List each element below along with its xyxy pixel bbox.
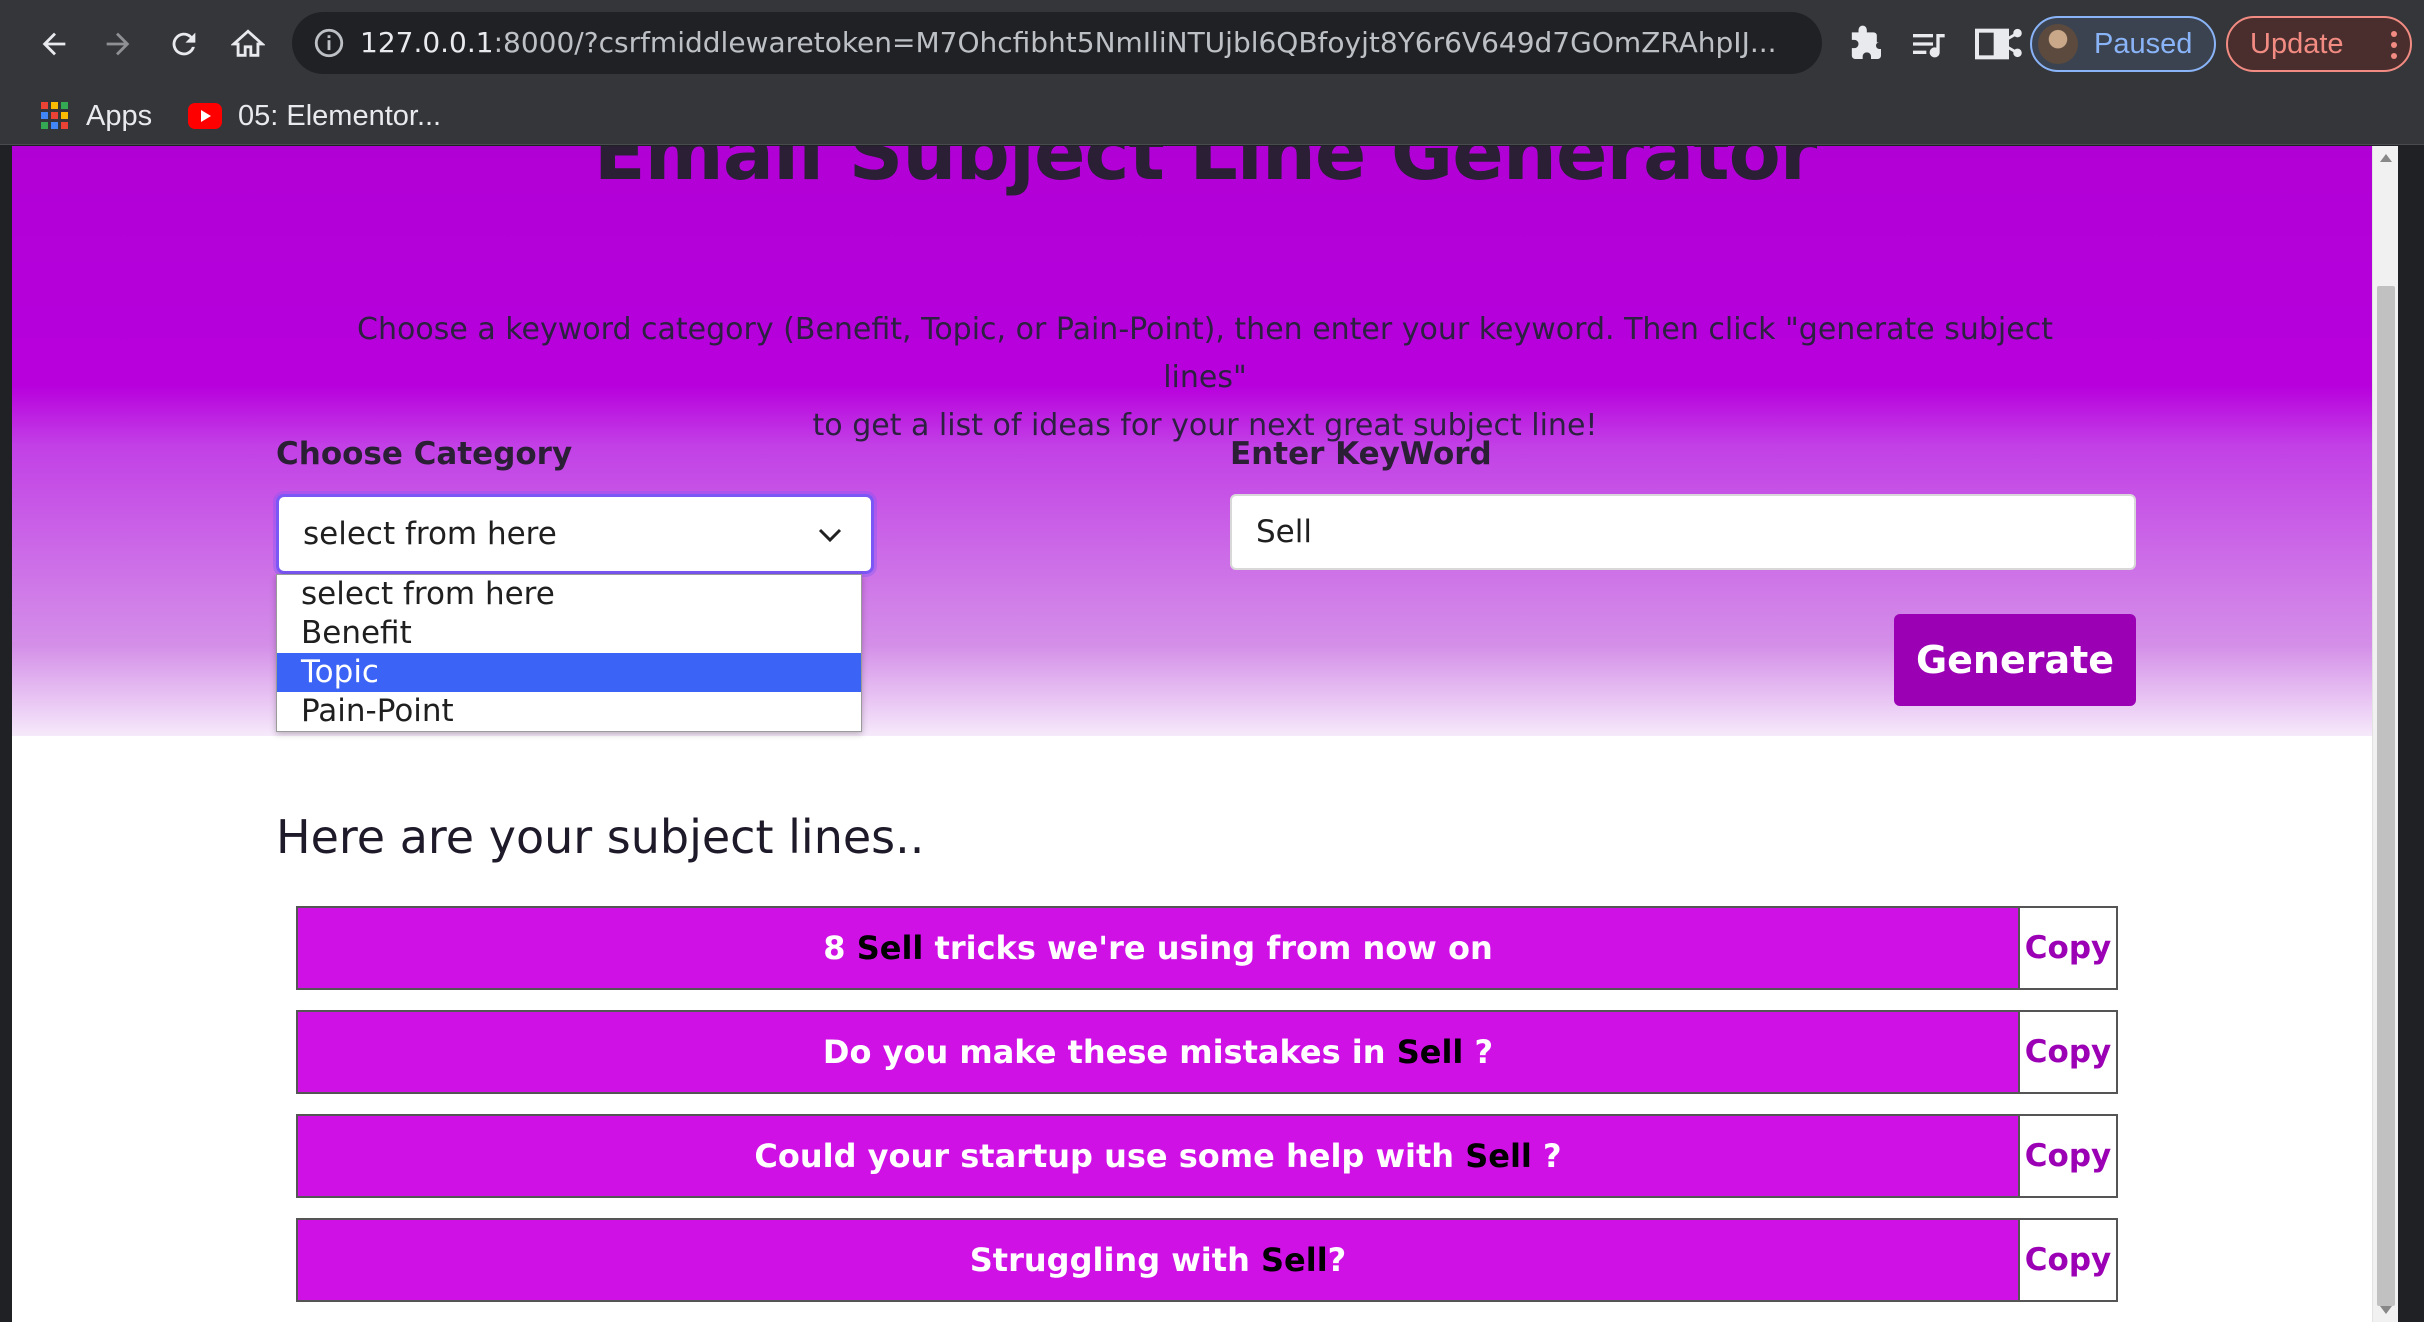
copy-button[interactable]: Copy: [2018, 1220, 2116, 1300]
arrow-left-icon: [42, 32, 66, 56]
category-label: Choose Category: [276, 436, 573, 472]
update-label: Update: [2250, 28, 2344, 60]
arrow-right-icon: [106, 32, 130, 56]
option-benefit[interactable]: Benefit: [277, 614, 861, 653]
home-icon: [231, 29, 265, 57]
more-vert-icon: [2391, 31, 2397, 59]
url-host: 127.0.0.1: [360, 26, 494, 59]
subject-line-row: Do you make these mistakes in Sell ? Cop…: [296, 1010, 2118, 1094]
subject-line-text: Do you make these mistakes in Sell ?: [298, 1012, 2018, 1092]
profile-status-label: Paused: [2094, 28, 2193, 60]
media-queue-icon[interactable]: [1908, 24, 1948, 64]
youtube-icon: [188, 103, 222, 129]
subject-line-before: Do you make these mistakes in: [822, 1033, 1397, 1071]
results-heading: Here are your subject lines..: [276, 810, 925, 864]
page-title: Email Subject Line Generator: [593, 146, 1818, 197]
subject-line-row: Could your startup use some help with Se…: [296, 1114, 2118, 1198]
url-path: :8000/?csrfmiddlewaretoken=M7Ohcfibht5Nm…: [493, 26, 1777, 59]
reload-button[interactable]: [160, 20, 208, 68]
subject-line-after: ?: [1531, 1137, 1562, 1175]
bookmark-elementor-label: 05: Elementor...: [238, 99, 442, 132]
keyword-label: Enter KeyWord: [1230, 436, 1492, 472]
category-dropdown-list: select from here Benefit Topic Pain-Poin…: [276, 574, 862, 732]
extensions-icon[interactable]: [1846, 24, 1886, 64]
copy-button[interactable]: Copy: [2018, 1116, 2116, 1196]
address-bar[interactable]: 127.0.0.1:8000/?csrfmiddlewaretoken=M7Oh…: [292, 12, 2093, 74]
subject-line-after: ?: [1327, 1241, 1347, 1279]
scroll-down-arrow-icon[interactable]: [2380, 1306, 2392, 1314]
option-topic[interactable]: Topic: [277, 653, 861, 692]
subject-line-keyword: Sell: [1465, 1137, 1532, 1175]
bookmark-apps[interactable]: Apps: [40, 87, 152, 145]
subject-line-row: 8 Sell tricks we're using from now on Co…: [296, 906, 2118, 990]
copy-button[interactable]: Copy: [2018, 1012, 2116, 1092]
bookmark-elementor[interactable]: 05: Elementor...: [188, 87, 441, 145]
url-text: 127.0.0.1:8000/?csrfmiddlewaretoken=M7Oh…: [360, 12, 1960, 74]
hero-section: Email Subject Line Generator Choose a ke…: [12, 146, 2398, 736]
intro-line-2: to get a list of ideas for your next gre…: [812, 408, 1598, 443]
subject-line-after: ?: [1463, 1033, 1494, 1071]
page-viewport: Email Subject Line Generator Choose a ke…: [12, 146, 2398, 1322]
avatar: [2038, 24, 2078, 64]
generate-button[interactable]: Generate: [1894, 614, 2136, 706]
subject-line-before: Struggling with: [969, 1241, 1261, 1279]
apps-grid-icon: [41, 102, 68, 129]
category-select[interactable]: select from here: [276, 494, 874, 574]
reload-icon: [172, 32, 196, 56]
scroll-up-arrow-icon[interactable]: [2380, 154, 2392, 162]
keyword-input[interactable]: [1230, 494, 2136, 570]
results-list: 8 Sell tricks we're using from now on Co…: [296, 906, 2118, 1322]
subject-line-keyword: Sell: [1396, 1033, 1464, 1071]
back-button[interactable]: [30, 20, 78, 68]
subject-line-row: Struggling with Sell? Copy: [296, 1218, 2118, 1302]
profile-button[interactable]: Paused: [2030, 16, 2216, 72]
scrollbar-thumb[interactable]: [2377, 286, 2395, 1306]
option-pain-point[interactable]: Pain-Point: [277, 692, 861, 731]
category-selected-value: select from here: [303, 516, 557, 552]
option-select-from-here[interactable]: select from here: [277, 575, 861, 614]
subject-line-text: Struggling with Sell?: [298, 1220, 2018, 1300]
copy-button[interactable]: Copy: [2018, 908, 2116, 988]
subject-line-after: tricks we're using from now on: [923, 929, 1493, 967]
forward-button[interactable]: [94, 20, 142, 68]
info-icon[interactable]: [312, 26, 346, 60]
bookmark-apps-label: Apps: [86, 99, 153, 132]
subject-line-before: Could your startup use some help with: [754, 1137, 1466, 1175]
subject-line-keyword: Sell: [1260, 1241, 1328, 1279]
subject-line-keyword: Sell: [856, 929, 924, 967]
side-panel-icon[interactable]: [1972, 24, 2012, 64]
chevron-down-icon: [818, 528, 842, 543]
subject-line-text: 8 Sell tricks we're using from now on: [298, 908, 2018, 988]
page-scrollbar[interactable]: [2372, 146, 2398, 1322]
update-button[interactable]: Update: [2226, 16, 2412, 72]
subject-line-text: Could your startup use some help with Se…: [298, 1116, 2018, 1196]
home-button[interactable]: [224, 20, 272, 68]
browser-toolbar: 127.0.0.1:8000/?csrfmiddlewaretoken=M7Oh…: [0, 0, 2424, 87]
subject-line-before: 8: [823, 929, 857, 967]
intro-line-1: Choose a keyword category (Benefit, Topi…: [357, 312, 2053, 395]
intro-text: Choose a keyword category (Benefit, Topi…: [312, 306, 2098, 450]
